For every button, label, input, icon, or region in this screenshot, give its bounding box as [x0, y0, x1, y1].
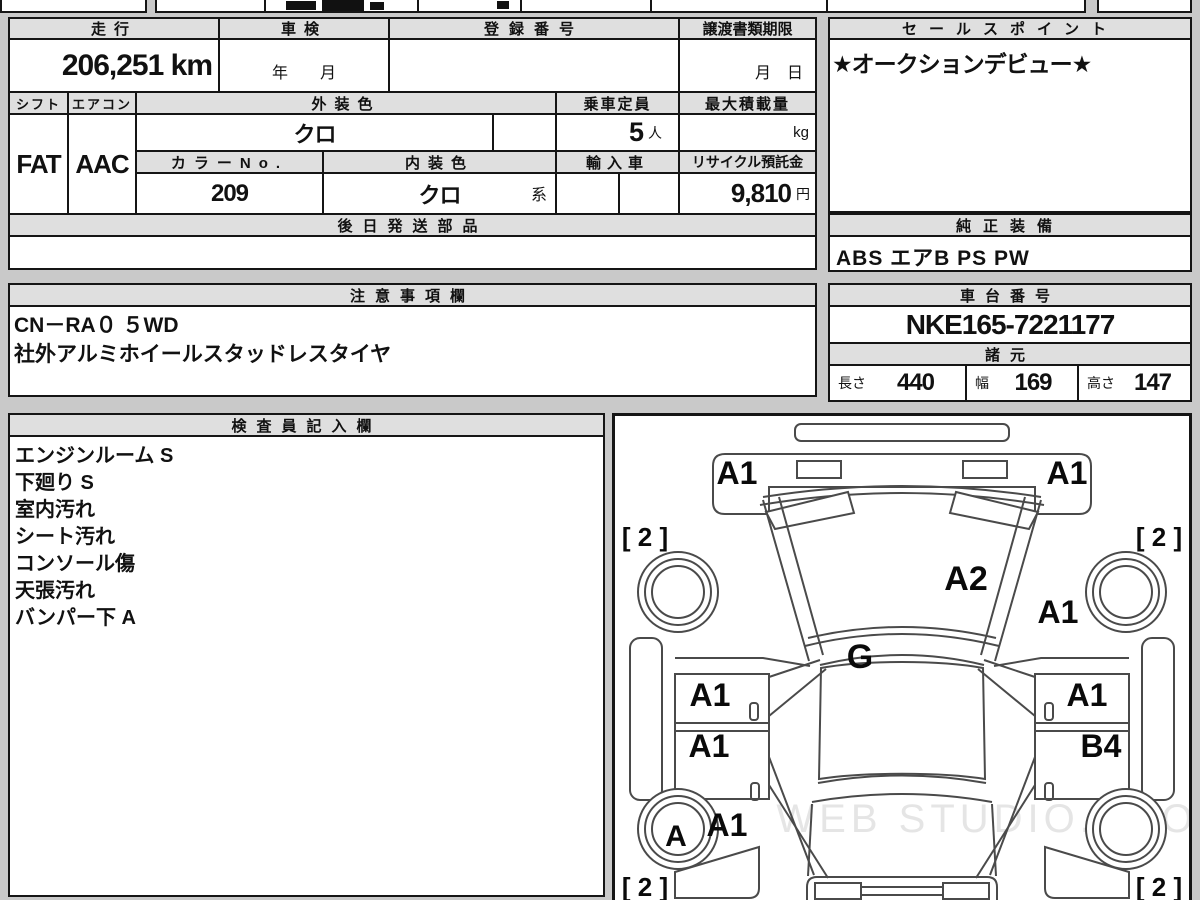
car-damage-diagram: WEB STUDIO.PRO A1 A1 [2] [2] A2 A1 G… [622, 423, 1193, 900]
car-rear-right-wheel [1085, 788, 1167, 870]
shift-value: FAT [10, 115, 69, 215]
corner-label-front-right: [ 2 ] [1136, 522, 1182, 552]
color-no-header: カラーNo. [137, 152, 324, 174]
inspector-line: エンジンルーム S [15, 445, 174, 467]
max-load-value: kg [680, 115, 815, 152]
car-roof-bar [794, 423, 1010, 442]
car-right-sill [1141, 637, 1175, 801]
damage-label-front-bumper-right: A1 [1047, 455, 1088, 491]
cutoff-glyphs [322, 0, 364, 11]
damage-label-right-rear-door: B4 [1081, 728, 1122, 764]
max-load-header: 最大積載量 [680, 93, 815, 115]
spec-width: 幅 169 [967, 366, 1079, 400]
chassis-panel: 車台番号 NKE165-7221177 諸元 長さ 440 幅 169 高さ 147 [828, 283, 1192, 402]
cutoff-row-left-cell [0, 0, 147, 13]
exterior-color-value: クロ [137, 115, 494, 152]
damage-label-cowl: G [847, 638, 873, 676]
exterior-color-extra-cell [494, 115, 557, 152]
cutoff-glyphs [497, 1, 509, 9]
import-value-cell-2 [620, 174, 680, 215]
notes-header: 注意事項欄 [10, 285, 815, 307]
mileage-value: 206,251 km [10, 40, 220, 93]
cutoff-glyphs [286, 1, 316, 10]
damage-label-right-front-door: A1 [1067, 677, 1108, 713]
capacity-value: 5人 [557, 115, 680, 152]
cutoff-row-right-cell [1097, 0, 1192, 13]
import-header: 輸入車 [557, 152, 680, 174]
car-front-right-wheel [1085, 551, 1167, 633]
interior-color-header: 内装色 [324, 152, 557, 174]
inspector-panel: 検査員記入欄 エンジンルーム S 下廻り S 室内汚れ シート汚れ コンソール傷… [8, 413, 605, 897]
shaken-value: 年 月 [220, 40, 390, 93]
spec-length: 長さ 440 [830, 366, 967, 400]
interior-color-value: クロ 系 [324, 174, 557, 215]
damage-diagram-panel: WEB STUDIO.PRO A1 A1 [2] [2] A2 A1 G… [612, 413, 1193, 900]
corner-label-rear-left: [ 2 ] [622, 872, 668, 900]
car-left-sill [629, 637, 663, 801]
specs-row: 長さ 440 幅 169 高さ 147 [830, 366, 1190, 400]
later-parts-value [10, 237, 815, 268]
inspector-line: 下廻り S [15, 472, 94, 494]
note-line: 社外アルミホイールスタッドレスタイヤ [14, 343, 392, 366]
transfer-deadline-header: 譲渡書類期限 [680, 19, 815, 40]
exterior-color-header: 外装色 [137, 93, 557, 115]
corner-label-front-left: [ 2 ] [622, 522, 668, 552]
specs-header: 諸元 [830, 344, 1190, 366]
recycle-deposit-value: 9,810 円 [680, 174, 815, 215]
import-value-cell-1 [557, 174, 620, 215]
corner-label-rear-right: [ 2 ] [1136, 872, 1182, 900]
inspector-line: コンソール傷 [15, 553, 135, 575]
damage-label-left-front-door: A1 [690, 677, 731, 713]
damage-label-right-pillar: A1 [1038, 594, 1079, 630]
interior-color-suffix: 系 [530, 187, 547, 204]
recycle-deposit-header: リサイクル預託金 [680, 152, 815, 174]
genuine-equipment-text: ABS エアB PS PW [836, 247, 1030, 270]
genuine-equipment-panel: 純正装備 ABS エアB PS PW [828, 213, 1192, 272]
damage-label-windshield: A2 [944, 560, 987, 598]
spec-height: 高さ 147 [1087, 369, 1172, 396]
aircon-header: エアコン [69, 93, 137, 115]
damage-label-left-rear-door: A1 [689, 728, 730, 764]
sales-point-header: セールスポイント [830, 19, 1190, 40]
damage-label-front-bumper-left: A1 [717, 455, 758, 491]
damage-label-left-rear-wheel: A [665, 820, 687, 853]
chassis-header: 車台番号 [830, 285, 1190, 307]
color-no-value: 209 [137, 174, 324, 215]
inspector-line: 天張汚れ [15, 580, 95, 602]
vehicle-info-table: 走行 車検 登録番号 譲渡書類期限 206,251 km 年 月 月 日 シフト… [8, 17, 817, 270]
chassis-number: NKE165-7221177 [830, 307, 1190, 344]
later-parts-header: 後日発送部品 [10, 215, 815, 237]
sales-point-panel: セールスポイント ★オークションデビュー★ [828, 17, 1192, 213]
damage-label-left-rear-quarter: A1 [707, 807, 748, 843]
notes-panel: 注意事項欄 CN－RA０ ５WD 社外アルミホイールスタッドレスタイヤ [8, 283, 817, 397]
shift-header: シフト [10, 93, 69, 115]
registration-header: 登録番号 [390, 19, 680, 40]
aircon-value: AAC [69, 115, 137, 215]
inspector-header: 検査員記入欄 [10, 415, 603, 437]
car-front-left-wheel [637, 551, 719, 633]
inspector-line: バンパー下 A [15, 607, 136, 629]
shaken-header: 車検 [220, 19, 390, 40]
inspector-line: 室内汚れ [15, 499, 95, 521]
transfer-deadline-value: 月 日 [680, 40, 815, 93]
sales-point-text: ★オークションデビュー★ [832, 51, 1092, 77]
genuine-equipment-header: 純正装備 [830, 215, 1190, 237]
capacity-header: 乗車定員 [557, 93, 680, 115]
car-front-bumper [712, 453, 1092, 515]
inspector-line: シート汚れ [15, 526, 115, 548]
note-line: CN－RA０ ５WD [14, 314, 179, 337]
car-roof [817, 661, 987, 781]
mileage-header: 走行 [10, 19, 220, 40]
auction-sheet: { "info": { "row1": { "h_mileage": "走行",… [0, 0, 1200, 900]
registration-value [390, 40, 680, 93]
cutoff-glyphs [370, 2, 384, 10]
